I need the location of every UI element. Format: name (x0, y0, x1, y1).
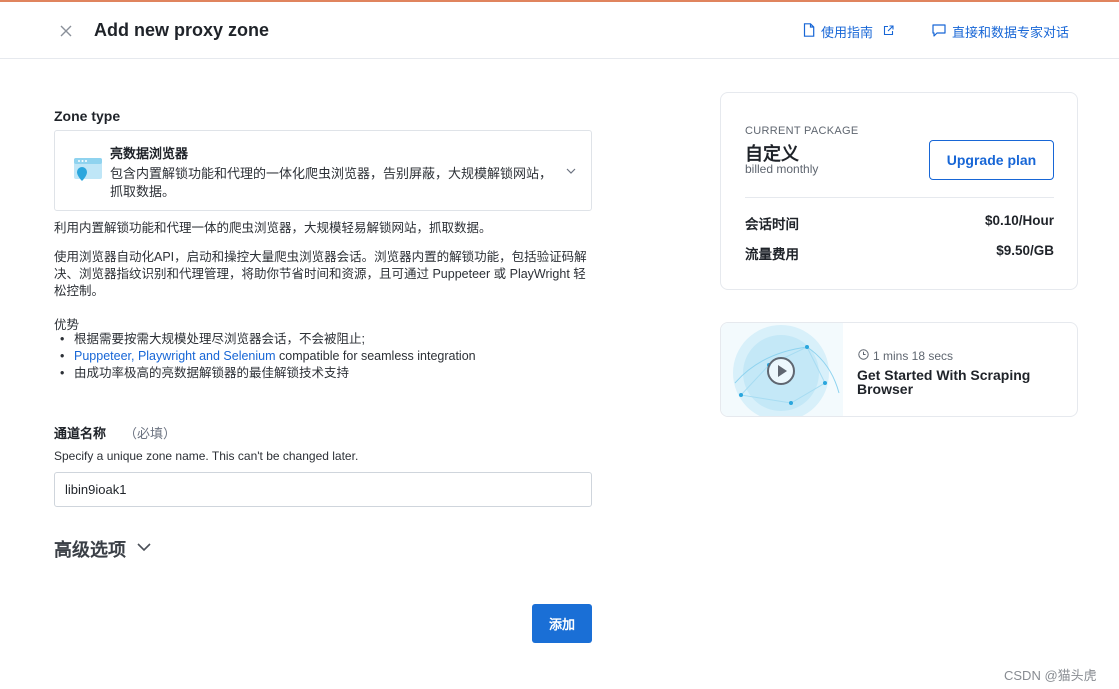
advanced-options-toggle[interactable]: 高级选项 (54, 536, 152, 562)
billing-cycle: billed monthly (745, 162, 819, 176)
close-icon[interactable] (56, 21, 76, 41)
price-row-traffic: 流量费用 $9.50/GB (745, 243, 1054, 263)
price-row-label: 会话时间 (745, 217, 799, 232)
advantage-item-text: compatible for seamless integration (275, 349, 476, 363)
page-title: Add new proxy zone (94, 20, 270, 40)
price-row-value: $0.10/Hour (984, 213, 1054, 228)
expert-chat-label: 直接和数据专家对话 (952, 25, 1070, 40)
external-link-icon (883, 24, 894, 39)
zone-type-description: 包含内置解锁功能和代理的一体化爬虫浏览器，告别屏蔽，大规模解锁网站，抓取数据。 (110, 166, 553, 199)
price-row-label: 流量费用 (745, 247, 799, 262)
watermark: CSDN @猫头虎 (1004, 668, 1097, 683)
chevron-down-icon (136, 539, 152, 560)
frameworks-link[interactable]: Puppeteer, Playwright and Selenium (74, 349, 276, 363)
advantage-item: Puppeteer, Playwright and Selenium compa… (60, 348, 476, 365)
header: Add new proxy zone 使用指南 直接和数据专家对话 (0, 2, 1119, 59)
package-label: CURRENT PACKAGE (745, 125, 859, 137)
zone-type-label: Zone type (54, 108, 121, 124)
advantages-list: 根据需要按需大规模处理尽浏览器会话，不会被阻止; Puppeteer, Play… (60, 331, 476, 382)
expert-chat-link[interactable]: 直接和数据专家对话 (932, 22, 1069, 41)
zone-type-name: 亮数据浏览器 (110, 146, 189, 161)
video-title: Get Started With Scraping Browser (857, 367, 1031, 397)
add-button[interactable]: 添加 (532, 604, 592, 643)
video-duration-text: 1 mins 18 secs (873, 349, 954, 363)
advantage-item: 根据需要按需大规模处理尽浏览器会话，不会被阻止; (60, 331, 476, 348)
divider (745, 197, 1054, 198)
zone-intro-text: 利用内置解锁功能和代理一体的爬虫浏览器，大规模轻易解锁网站，抓取数据。 (54, 221, 492, 235)
chat-icon (932, 23, 946, 40)
video-duration: 1 mins 18 secs (858, 349, 953, 363)
zone-type-select[interactable]: 亮数据浏览器 包含内置解锁功能和代理的一体化爬虫浏览器，告别屏蔽，大规模解锁网站… (54, 130, 592, 211)
advantage-item: 由成功率极高的亮数据解锁器的最佳解锁技术支持 (60, 365, 476, 382)
channel-name-input[interactable] (54, 472, 592, 507)
guide-link[interactable]: 使用指南 (803, 22, 894, 41)
clock-icon (858, 349, 869, 363)
current-package-card: CURRENT PACKAGE 自定义 billed monthly Upgra… (720, 92, 1078, 290)
zone-detail-text: 使用浏览器自动化API，启动和操控大量爬虫浏览器会话。浏览器内置的解锁功能，包括… (54, 250, 587, 298)
channel-name-hint: Specify a unique zone name. This can't b… (54, 449, 359, 463)
guide-label: 使用指南 (821, 25, 874, 40)
upgrade-plan-button[interactable]: Upgrade plan (929, 140, 1054, 180)
channel-name-label: 通道名称 (54, 426, 107, 441)
document-icon (803, 23, 815, 40)
video-tutorial-card[interactable]: 1 mins 18 secs Get Started With Scraping… (720, 322, 1078, 417)
browser-zone-icon (71, 156, 103, 188)
play-icon[interactable] (766, 356, 796, 386)
required-marker: （必填） (124, 426, 177, 441)
advanced-options-label: 高级选项 (54, 540, 126, 560)
page: Add new proxy zone 使用指南 直接和数据专家对话 Zone t… (0, 0, 1119, 689)
chevron-down-icon (565, 164, 577, 176)
price-row-value: $9.50/GB (996, 243, 1054, 258)
price-row-session: 会话时间 $0.10/Hour (745, 213, 1054, 233)
